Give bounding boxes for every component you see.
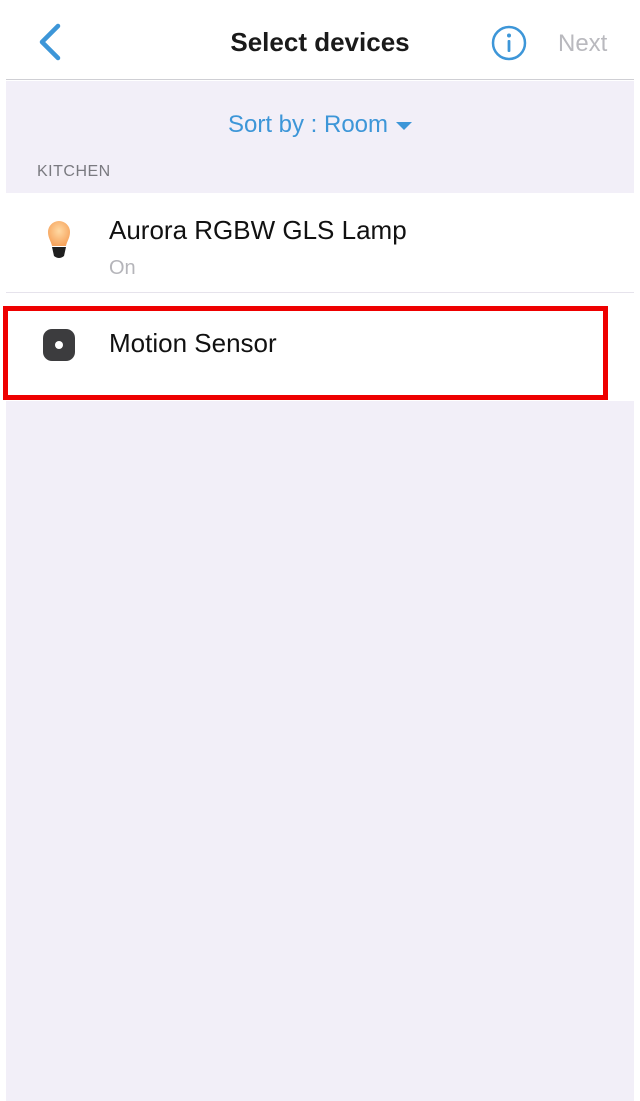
device-name: Aurora RGBW GLS Lamp <box>109 215 407 245</box>
sort-dropdown[interactable]: Sort by : Room <box>6 111 634 139</box>
device-status: On <box>109 257 136 279</box>
caret-down-icon <box>396 121 413 130</box>
next-button[interactable]: Next <box>558 30 607 58</box>
nav-bar: Select devices Next <box>6 0 634 80</box>
bulb-icon <box>48 221 70 258</box>
page-title: Select devices <box>230 27 410 57</box>
section-header: KITCHEN <box>37 163 111 180</box>
screen: Select devices Next Sort by : Room KITCH… <box>0 0 640 1101</box>
info-icon <box>491 25 527 61</box>
info-button[interactable] <box>490 24 528 62</box>
content-area: Sort by : Room KITCHEN Aurora RGBW GLS L… <box>6 81 634 1101</box>
motion-sensor-icon <box>43 329 75 361</box>
list-item-aurora-lamp[interactable]: Aurora RGBW GLS Lamp On <box>6 193 634 293</box>
sort-label: Sort by : Room <box>227 111 389 138</box>
device-name: Motion Sensor <box>109 328 277 358</box>
list-item-motion-sensor[interactable]: Motion Sensor <box>6 293 634 401</box>
device-list: Aurora RGBW GLS Lamp On Motion Sensor <box>6 193 634 401</box>
